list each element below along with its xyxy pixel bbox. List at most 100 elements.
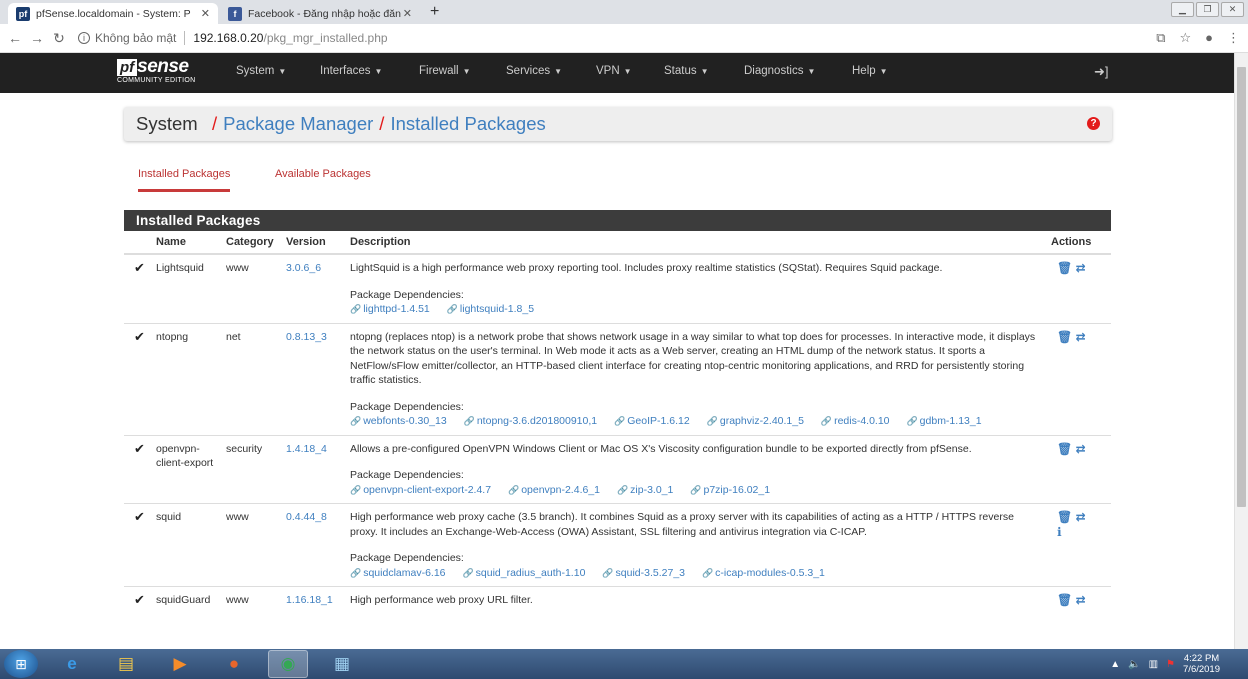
- table-row: ✔ squid www 0.4.44_8 High performance web pr…: [124, 503, 1111, 587]
- dependency-link[interactable]: 🔗 lightsquid-1.8_5: [447, 303, 534, 315]
- crumb-package-manager[interactable]: Package Manager: [223, 113, 373, 135]
- star-icon[interactable]: ☆: [1179, 30, 1191, 46]
- dependency-link[interactable]: 🔗 graphviz-2.40.1_5: [707, 415, 804, 427]
- tray-arrow-icon[interactable]: ▲: [1110, 659, 1120, 670]
- volume-icon[interactable]: 🔈: [1128, 659, 1140, 670]
- dependency-link[interactable]: 🔗 zip-3.0_1: [617, 484, 673, 496]
- reload-icon[interactable]: ↻: [48, 30, 70, 47]
- tab-installed-packages[interactable]: Installed Packages: [138, 168, 231, 192]
- menu-status[interactable]: Status ▼: [664, 65, 744, 77]
- info-icon[interactable]: ℹ: [1057, 525, 1111, 540]
- package-version[interactable]: 1.16.18_1: [286, 594, 333, 606]
- translate-icon[interactable]: ⧉: [1156, 30, 1165, 46]
- tab-facebook[interactable]: f Facebook - Đăng nhập hoặc đăn ✕: [220, 3, 420, 24]
- security-label: Không bảo mật: [95, 31, 186, 45]
- page-scrollbar[interactable]: [1234, 53, 1248, 649]
- menu-services[interactable]: Services ▼: [506, 65, 596, 77]
- close-icon[interactable]: ✕: [201, 7, 210, 20]
- package-dependencies: Package Dependencies: 🔗 openvpn-client-exp…: [350, 469, 771, 496]
- menu-interfaces[interactable]: Interfaces ▼: [320, 65, 419, 77]
- paperclip-icon: 🔗: [350, 416, 362, 426]
- dependency-link[interactable]: 🔗 p7zip-16.02_1: [690, 484, 770, 496]
- dependency-link[interactable]: 🔗 openvpn-2.4.6_1: [508, 484, 600, 496]
- tab-pfsense[interactable]: pf pfSense.localdomain - System: P ✕: [8, 3, 218, 24]
- dependency-link[interactable]: 🔗 webfonts-0.30_13: [350, 415, 447, 427]
- start-button[interactable]: ⊞: [4, 650, 38, 678]
- minimize-icon[interactable]: ▁: [1171, 2, 1194, 17]
- pfsense-navbar: pf sense COMMUNITY EDITION System ▼ Interf…: [0, 53, 1248, 93]
- reinstall-icon[interactable]: ⇄: [1076, 593, 1086, 607]
- new-tab-button[interactable]: +: [430, 3, 439, 21]
- menu-firewall[interactable]: Firewall ▼: [419, 65, 506, 77]
- paperclip-icon: 🔗: [706, 416, 718, 426]
- trash-icon[interactable]: 🗑: [1057, 510, 1072, 524]
- dependency-link[interactable]: 🔗 openvpn-client-export-2.4.7: [350, 484, 491, 496]
- package-description: Allows a pre-configured OpenVPN Windows …: [350, 442, 972, 455]
- crumb-installed-packages[interactable]: Installed Packages: [390, 113, 545, 135]
- logout-icon[interactable]: ➜]: [1094, 64, 1109, 80]
- dependency-link[interactable]: 🔗 squidclamav-6.16: [350, 567, 446, 579]
- url-host: 192.168.0.20: [193, 31, 264, 45]
- info-icon[interactable]: i: [78, 32, 90, 44]
- trash-icon[interactable]: 🗑: [1057, 442, 1072, 456]
- dependency-link[interactable]: 🔗 gdbm-1.13_1: [906, 415, 981, 427]
- dependency-link[interactable]: 🔗 c-icap-modules-0.5.3_1: [702, 567, 825, 579]
- menu-diagnostics[interactable]: Diagnostics ▼: [744, 65, 852, 77]
- package-name: Lightsquid: [156, 253, 226, 323]
- installed-check-icon: ✔: [134, 509, 145, 524]
- back-icon[interactable]: ←: [4, 30, 26, 46]
- paperclip-icon: 🔗: [906, 416, 918, 426]
- dependency-link[interactable]: 🔗 squid_radius_auth-1.10: [462, 567, 585, 579]
- network-app-icon[interactable]: ▦: [322, 650, 362, 678]
- windows-taskbar: ⊞ e ▤ ▶ ● ◉ ▦ ▲ 🔈 ▥ ⚑ 4:22 PM 7/6/2019: [0, 649, 1248, 679]
- col-name: Name: [156, 231, 226, 255]
- ie-icon[interactable]: e: [52, 650, 92, 678]
- menu-dots-icon[interactable]: ⋮: [1227, 30, 1240, 46]
- reinstall-icon[interactable]: ⇄: [1076, 330, 1086, 344]
- network-icon[interactable]: ▥: [1149, 659, 1158, 670]
- trash-icon[interactable]: 🗑: [1057, 330, 1072, 344]
- tab-available-packages[interactable]: Available Packages: [275, 168, 371, 180]
- dependency-link[interactable]: 🔗 redis-4.0.10: [821, 415, 890, 427]
- breadcrumb: System / Package Manager / Installed Pac…: [124, 107, 1112, 141]
- system-tray: ▲ 🔈 ▥ ⚑ 4:22 PM 7/6/2019: [1110, 653, 1220, 675]
- dependency-link[interactable]: 🔗 lighttpd-1.4.51: [350, 303, 430, 315]
- reinstall-icon[interactable]: ⇄: [1076, 261, 1086, 275]
- trash-icon[interactable]: 🗑: [1057, 593, 1072, 607]
- profile-icon[interactable]: ●: [1205, 30, 1213, 46]
- package-version[interactable]: 1.4.18_4: [286, 443, 327, 455]
- forward-icon[interactable]: →: [26, 30, 48, 46]
- firefox-icon[interactable]: ●: [214, 650, 254, 678]
- close-icon[interactable]: ✕: [403, 7, 412, 20]
- pfsense-logo[interactable]: pf sense COMMUNITY EDITION: [117, 56, 195, 84]
- dependency-link[interactable]: 🔗 GeoIP-1.6.12: [614, 415, 690, 427]
- explorer-icon[interactable]: ▤: [106, 650, 146, 678]
- package-version[interactable]: 0.8.13_3: [286, 331, 327, 343]
- package-version[interactable]: 3.0.6_6: [286, 262, 321, 274]
- maximize-icon[interactable]: ❐: [1196, 2, 1219, 17]
- main-menu: System ▼ Interfaces ▼ Firewall ▼ Services ▼ …: [236, 65, 888, 77]
- page-content: System / Package Manager / Installed Pac…: [0, 93, 1234, 649]
- close-window-icon[interactable]: ✕: [1221, 2, 1244, 17]
- package-category: net: [226, 322, 286, 435]
- media-player-icon[interactable]: ▶: [160, 650, 200, 678]
- package-version[interactable]: 0.4.44_8: [286, 511, 327, 523]
- help-icon[interactable]: ?: [1087, 117, 1100, 130]
- paperclip-icon: 🔗: [446, 304, 458, 314]
- paperclip-icon: 🔗: [350, 484, 362, 495]
- paperclip-icon: 🔗: [350, 304, 362, 314]
- dependency-link[interactable]: 🔗 squid-3.5.27_3: [602, 567, 685, 579]
- menu-help[interactable]: Help ▼: [852, 65, 888, 77]
- reinstall-icon[interactable]: ⇄: [1076, 442, 1086, 456]
- chrome-icon[interactable]: ◉: [268, 650, 308, 678]
- dependency-link[interactable]: 🔗 ntopng-3.6.d201800910,1: [464, 415, 598, 427]
- menu-system[interactable]: System ▼: [236, 65, 320, 77]
- flag-icon[interactable]: ⚑: [1166, 659, 1175, 670]
- package-description: High performance web proxy cache (3.5 br…: [350, 511, 1014, 538]
- clock[interactable]: 4:22 PM 7/6/2019: [1183, 653, 1220, 675]
- address-bar: ← → ↻ i Không bảo mật 192.168.0.20 /pkg_…: [0, 24, 1248, 53]
- url-field[interactable]: i Không bảo mật 192.168.0.20 /pkg_mgr_in…: [78, 31, 388, 45]
- reinstall-icon[interactable]: ⇄: [1076, 510, 1086, 524]
- trash-icon[interactable]: 🗑: [1057, 261, 1072, 275]
- menu-vpn[interactable]: VPN ▼: [596, 65, 664, 77]
